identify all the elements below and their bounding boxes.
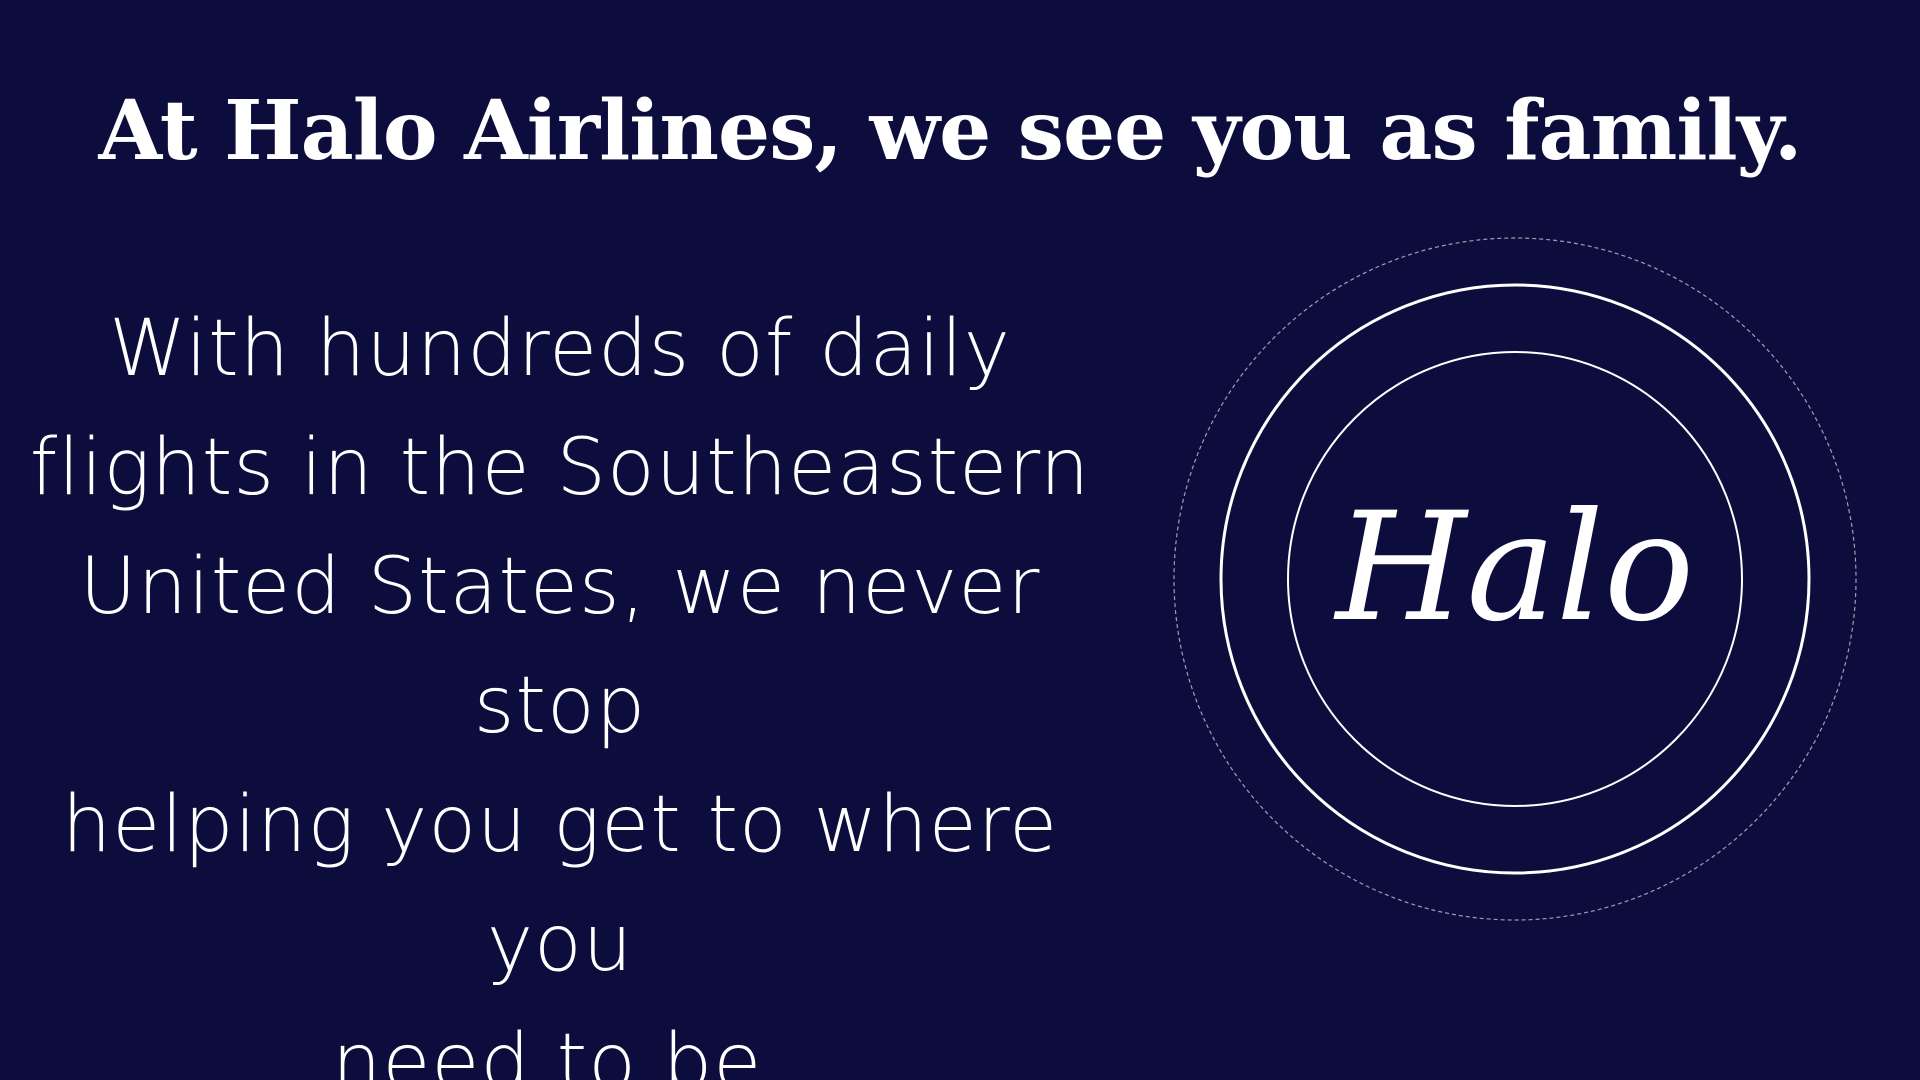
halo-logo: Halo	[1170, 234, 1860, 924]
body-line: United States, we never stop	[79, 542, 1041, 751]
headline: At Halo Airlines, we see you as family.	[98, 83, 1803, 179]
body-line: need to be.	[331, 1018, 789, 1080]
logo-wordmark: Halo	[1333, 481, 1695, 655]
body-paragraph: With hundreds of daily flights in the So…	[20, 290, 1100, 1080]
slide: At Halo Airlines, we see you as family. …	[0, 0, 1920, 1080]
body-line: flights in the Southeastern	[29, 423, 1091, 513]
body-line: helping you get to where you	[61, 780, 1059, 989]
halo-logo-graphic: Halo	[1173, 237, 1857, 921]
body-line: With hundreds of daily	[109, 304, 1011, 394]
